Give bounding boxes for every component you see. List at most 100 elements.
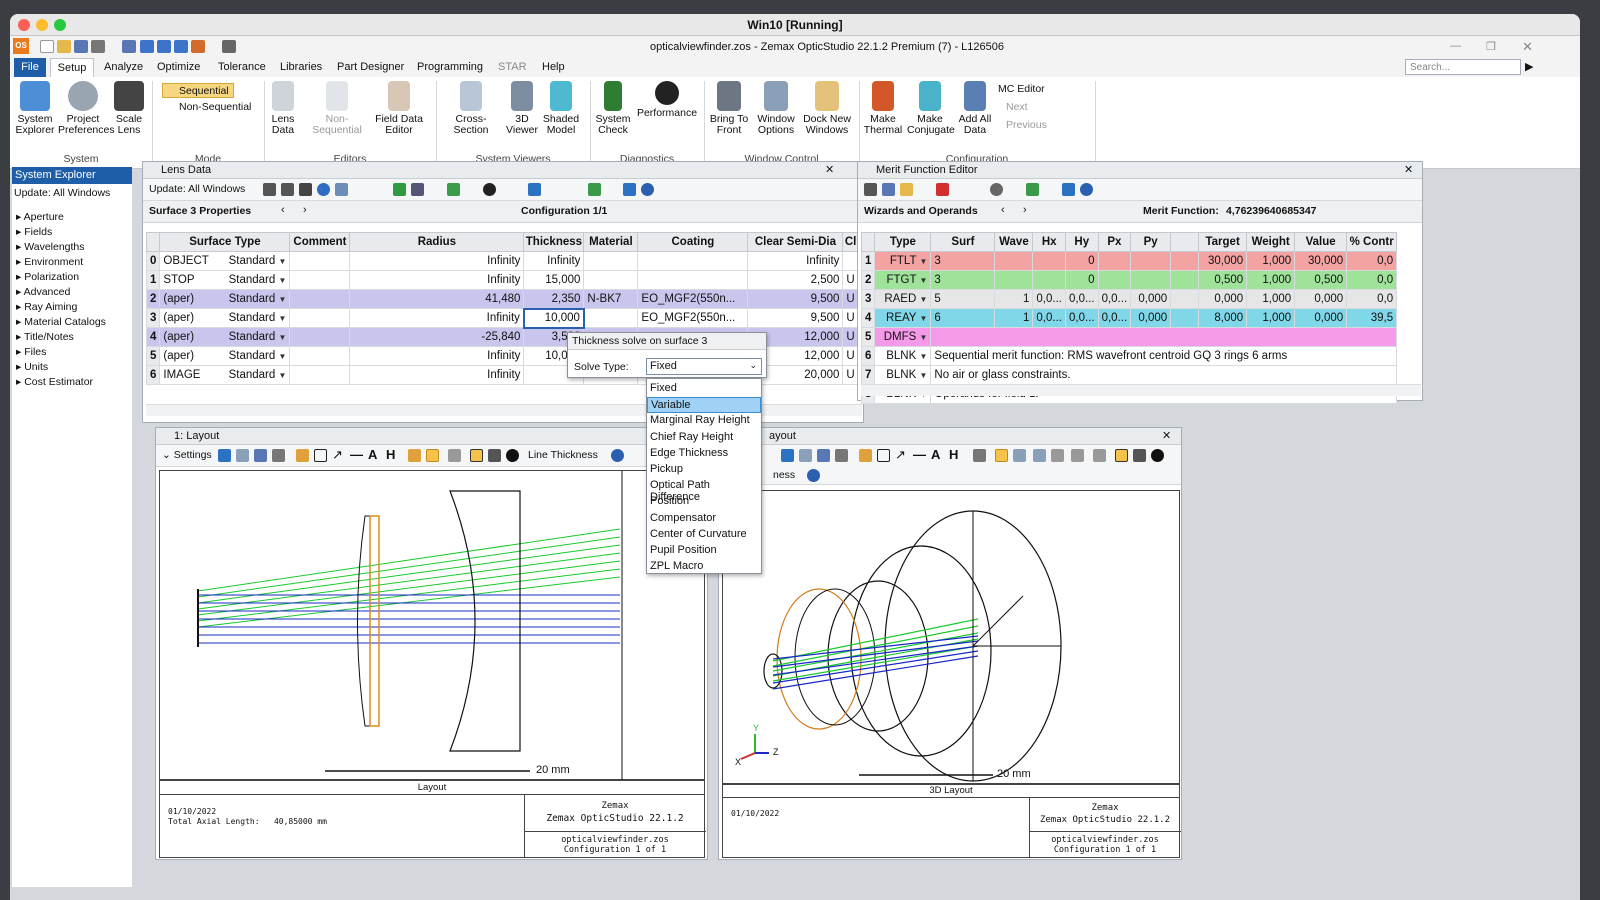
project-preferences-button[interactable]: Project Preferences <box>58 81 115 136</box>
tool-icon[interactable] <box>1026 183 1039 196</box>
field-data-editor-button[interactable]: Field Data Editor <box>373 81 425 136</box>
tree-item-advanced[interactable]: ▸ Advanced <box>16 286 70 298</box>
column-header[interactable]: Coating <box>637 232 749 252</box>
cell-py[interactable]: 0,000 <box>1130 289 1172 309</box>
cell-material[interactable] <box>583 251 639 271</box>
table-row[interactable]: 3 (aper) Standard ▼ Infinity 10,000 EO_MGF2(5… <box>145 307 859 329</box>
table-row[interactable]: 0 OBJECT Standard ▼ Infinity Infinity Infinit… <box>145 251 859 271</box>
print-icon[interactable] <box>91 40 105 53</box>
cell-semi[interactable]: 2,500 <box>747 270 844 290</box>
surface-type-dropdown[interactable]: Standard ▼ <box>229 331 287 343</box>
lock-icon[interactable] <box>1093 449 1106 462</box>
operand-comment[interactable] <box>930 327 1398 347</box>
grid-icon[interactable] <box>335 183 348 196</box>
tree-item-ray-aiming[interactable]: ▸ Ray Aiming <box>16 301 77 313</box>
column-header[interactable]: Px <box>1097 232 1132 252</box>
tab-part-designer[interactable]: Part Designer <box>335 61 406 73</box>
cell-coating[interactable] <box>637 251 749 271</box>
tool-icon[interactable] <box>411 183 424 196</box>
tree-item-wavelengths[interactable]: ▸ Wavelengths <box>16 241 85 253</box>
cell-target[interactable]: 0,000 <box>1198 289 1248 309</box>
cell-radius[interactable]: Infinity <box>349 365 525 385</box>
system-explorer-update-dropdown[interactable]: Update: All Windows <box>14 187 110 199</box>
pan-icon[interactable] <box>408 449 421 462</box>
cell-radius[interactable]: Infinity <box>349 346 525 366</box>
cell-coating[interactable]: EO_MGF2(550n... <box>637 308 749 328</box>
cell-type[interactable]: STOP Standard ▼ <box>159 270 291 290</box>
rotate-icon[interactable] <box>973 449 986 462</box>
print-icon[interactable] <box>835 449 848 462</box>
cell-px[interactable] <box>1097 270 1132 290</box>
tab-star[interactable]: STAR <box>496 61 529 73</box>
shaded-model-button[interactable]: Shaded Model <box>541 81 581 136</box>
cell-radius[interactable]: Infinity <box>349 251 525 271</box>
clock-icon[interactable] <box>506 449 519 462</box>
open-file-icon[interactable] <box>57 40 71 53</box>
tool-icon[interactable] <box>528 183 541 196</box>
tab-analyze[interactable]: Analyze <box>102 61 145 73</box>
operand-comment[interactable]: No air or glass constraints. <box>930 365 1398 385</box>
cell-surf[interactable]: 5 <box>930 289 996 309</box>
redo-icon[interactable] <box>157 40 171 53</box>
system-check-button[interactable]: System Check <box>594 81 632 136</box>
solve-type-select[interactable]: Fixed ⌄ <box>646 358 762 375</box>
tool-icon[interactable] <box>588 183 601 196</box>
cell-comment[interactable] <box>289 365 351 385</box>
cell-type[interactable]: OBJECT Standard ▼ <box>159 251 291 271</box>
column-header[interactable]: Hy <box>1064 232 1099 252</box>
cell-radius[interactable]: Infinity <box>349 270 525 290</box>
dimension-icon[interactable]: H <box>949 447 958 462</box>
pencil-icon[interactable] <box>859 449 872 462</box>
tab-help[interactable]: Help <box>540 61 567 73</box>
save-icon[interactable] <box>74 40 88 53</box>
layout-plot[interactable]: 20 mm <box>159 470 705 781</box>
table-row[interactable]: 6 BLNK ▼ Sequential merit function: RMS wa… <box>860 346 1398 366</box>
cell-comment[interactable] <box>289 308 351 328</box>
solve-option[interactable]: Center of Curvature <box>647 527 761 543</box>
sequential-mode-button[interactable]: Sequential <box>162 83 234 98</box>
cell-thickness[interactable]: 2,350 <box>523 289 585 309</box>
solve-option[interactable]: Pickup <box>647 462 761 478</box>
tool-icon[interactable] <box>1013 449 1026 462</box>
cell-u[interactable]: U <box>842 308 859 328</box>
arrow-icon[interactable]: ↗ <box>895 447 906 463</box>
tree-item-units[interactable]: ▸ Units <box>16 361 48 373</box>
rectangle-icon[interactable] <box>314 449 327 462</box>
lock-icon[interactable] <box>448 449 461 462</box>
window-icon[interactable] <box>488 449 501 462</box>
surface-properties-toggle[interactable]: Surface 3 Properties <box>149 205 251 217</box>
make-thermal-button[interactable]: Make Thermal <box>863 81 903 136</box>
cell-hx[interactable]: 0,0... <box>1032 308 1066 328</box>
cell-hx[interactable]: 0,0... <box>1032 289 1066 309</box>
window-options-button[interactable]: Window Options <box>754 81 798 136</box>
column-header[interactable]: Comment <box>289 232 351 252</box>
bring-to-front-button[interactable]: Bring To Front <box>708 81 750 136</box>
table-row[interactable]: 2 (aper) Standard ▼ 41,480 2,350 N-BK7 EO_MGF2… <box>145 289 859 309</box>
add-all-data-button[interactable]: Add All Data <box>956 81 994 136</box>
column-header[interactable]: Radius <box>349 232 525 252</box>
cell-target[interactable]: 0,500 <box>1198 270 1248 290</box>
refresh-icon[interactable] <box>781 449 794 462</box>
copy-icon[interactable] <box>236 449 249 462</box>
column-header[interactable]: Hx <box>1032 232 1066 252</box>
new-file-icon[interactable] <box>40 40 54 53</box>
cell-thickness[interactable]: 10,000 <box>522 307 585 329</box>
refresh-icon[interactable] <box>218 449 231 462</box>
non-sequential-editor-button[interactable]: Non-Sequential <box>302 81 372 136</box>
cell-weight[interactable]: 1,000 <box>1246 251 1296 271</box>
restore-app-icon[interactable]: ❐ <box>1486 40 1496 53</box>
cell-semi[interactable]: 9,500 <box>747 289 844 309</box>
next-config-button[interactable]: Next <box>1006 101 1028 113</box>
table-row[interactable]: 4 REAY ▼ 6 1 0,0... 0,0... 0,0... 0,000 8,000 1,0… <box>860 308 1398 328</box>
cell-px[interactable]: 0,0... <box>1097 289 1132 309</box>
solve-option[interactable]: Marginal Ray Height <box>647 413 761 429</box>
tool-icon[interactable] <box>447 183 460 196</box>
cell-type[interactable]: (aper) Standard ▼ <box>159 327 291 347</box>
cell-radius[interactable]: 41,480 <box>349 289 525 309</box>
table-row[interactable]: 1 FTLT ▼ 3 0 30,000 1,000 30,000 0,0 <box>860 251 1398 271</box>
cell-surf[interactable]: 6 <box>930 308 996 328</box>
globe-icon[interactable] <box>317 183 330 196</box>
cell-thickness[interactable]: 15,000 <box>523 270 585 290</box>
arrow-right-icon[interactable] <box>623 183 636 196</box>
table-row[interactable]: 1 STOP Standard ▼ Infinity 15,000 2,500 U <box>145 270 859 290</box>
